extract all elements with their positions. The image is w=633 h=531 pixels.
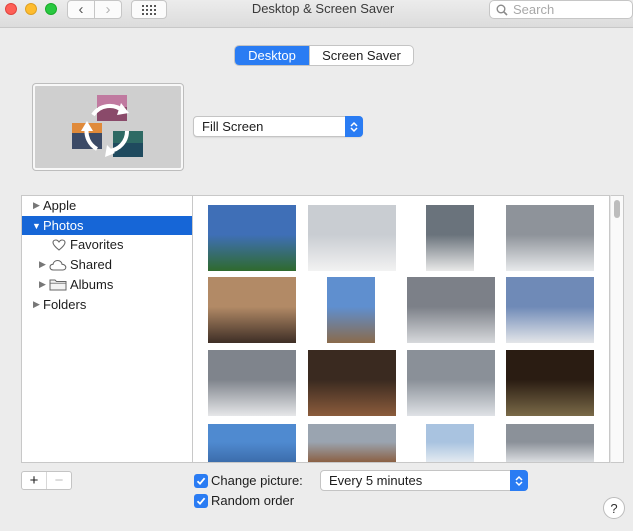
scrollbar-thumb[interactable]: [614, 200, 620, 218]
photo-thumbnail[interactable]: [506, 205, 594, 271]
folder-icon: [49, 279, 67, 291]
photo-thumbnail[interactable]: [308, 350, 396, 416]
photo-thumbnail[interactable]: [506, 350, 594, 416]
photo-thumbnail[interactable]: [208, 277, 296, 343]
search-icon: [496, 4, 508, 16]
chevron-right-icon: ›: [105, 1, 111, 18]
photo-thumbnail[interactable]: [327, 277, 375, 343]
sidebar-item-albums[interactable]: ▶ Albums: [22, 275, 192, 294]
photo-thumbnail[interactable]: [407, 350, 495, 416]
add-folder-button[interactable]: +: [22, 472, 46, 489]
disclosure-right-icon[interactable]: ▶: [38, 279, 47, 290]
sidebar-item-folders[interactable]: ▶ Folders: [22, 295, 192, 314]
interval-select[interactable]: Every 5 minutes: [320, 470, 528, 491]
desktop-preview: [33, 84, 183, 170]
show-all-button[interactable]: [131, 0, 167, 19]
photo-thumbnail[interactable]: [506, 277, 594, 343]
fill-mode-value: Fill Screen: [202, 119, 264, 134]
zoom-button[interactable]: [45, 3, 57, 15]
add-remove-control: + −: [21, 471, 72, 490]
sidebar-item-label: Albums: [70, 277, 114, 292]
photo-thumbnail[interactable]: [208, 350, 296, 416]
window-title: Desktop & Screen Saver: [251, 1, 395, 16]
disclosure-right-icon[interactable]: ▶: [32, 200, 41, 211]
sidebar-item-favorites[interactable]: Favorites: [22, 235, 192, 254]
title-bar: ‹ › Desktop & Screen Saver Search: [0, 0, 633, 28]
vertical-scrollbar[interactable]: [610, 195, 624, 463]
photo-thumbnail[interactable]: [426, 205, 474, 271]
sidebar-item-label: Folders: [43, 297, 87, 312]
photo-thumbnail[interactable]: [208, 205, 296, 271]
help-button[interactable]: ?: [603, 497, 625, 519]
disclosure-right-icon[interactable]: ▶: [38, 259, 47, 270]
rotating-photos-icon: [72, 95, 143, 157]
remove-folder-button[interactable]: −: [46, 472, 71, 489]
photo-thumbnail[interactable]: [208, 424, 296, 462]
photo-thumbnail[interactable]: [308, 205, 396, 271]
minimize-button[interactable]: [25, 3, 37, 15]
change-picture-label: Change picture:: [211, 473, 303, 488]
grid-icon: [142, 4, 156, 15]
checkmark-icon: [196, 477, 206, 486]
photo-thumbnail[interactable]: [308, 424, 396, 462]
disclosure-right-icon[interactable]: ▶: [32, 299, 41, 310]
tab-desktop[interactable]: Desktop: [235, 46, 309, 65]
photo-thumbnail[interactable]: [506, 424, 594, 462]
photo-thumbnail[interactable]: [426, 424, 474, 462]
search-field[interactable]: Search: [489, 0, 633, 19]
heart-icon: [52, 238, 66, 251]
interval-value: Every 5 minutes: [329, 473, 423, 488]
tab-screen-saver[interactable]: Screen Saver: [309, 46, 413, 65]
sidebar-item-apple[interactable]: ▶ Apple: [22, 196, 192, 215]
random-order-label: Random order: [211, 493, 295, 508]
sidebar-item-label: Photos: [43, 218, 84, 233]
random-order-checkbox[interactable]: [194, 494, 208, 508]
source-list: ▶ Apple ▼ Photos Favorites ▶ Shared ▶ Al…: [21, 195, 193, 463]
sidebar-item-label: Apple: [43, 198, 77, 213]
sidebar-item-shared[interactable]: ▶ Shared: [22, 255, 192, 274]
tab-bar: Desktop Screen Saver: [234, 45, 414, 66]
cloud-icon: [49, 259, 67, 271]
search-placeholder: Search: [513, 2, 555, 17]
photo-grid: [193, 195, 610, 463]
forward-button[interactable]: ›: [94, 0, 122, 19]
disclosure-down-icon[interactable]: ▼: [32, 221, 41, 231]
close-button[interactable]: [5, 3, 17, 15]
photo-thumbnail[interactable]: [407, 277, 495, 343]
chevron-updown-icon: [510, 470, 528, 491]
chevron-updown-icon: [345, 116, 363, 137]
sidebar-item-label: Shared: [70, 257, 112, 272]
fill-mode-select[interactable]: Fill Screen: [193, 116, 363, 137]
back-button[interactable]: ‹: [67, 0, 95, 19]
sidebar-item-photos[interactable]: ▼ Photos: [22, 216, 192, 235]
checkmark-icon: [196, 497, 206, 506]
change-picture-checkbox[interactable]: [194, 474, 208, 488]
chevron-left-icon: ‹: [78, 1, 84, 18]
sidebar-item-label: Favorites: [70, 237, 124, 252]
